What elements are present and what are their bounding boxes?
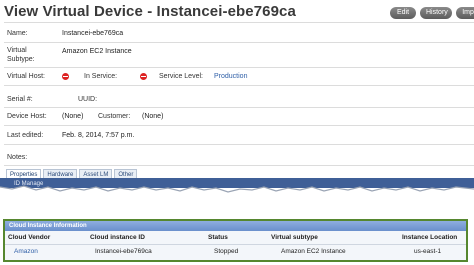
device-host-value: (None) xyxy=(62,113,84,120)
history-button[interactable]: History xyxy=(420,7,452,19)
divider xyxy=(4,22,474,23)
divider xyxy=(4,144,474,145)
divider xyxy=(4,107,474,108)
divider xyxy=(4,67,474,68)
column-header: Cloud Vendor xyxy=(8,234,51,241)
cloud-instance-panel: Cloud Instance Information Cloud Vendor … xyxy=(3,219,468,262)
action-buttons: Edit History Impo xyxy=(390,7,474,19)
notes-label: Notes: xyxy=(7,154,28,161)
torn-edge-separator: ID Manage xyxy=(0,178,474,202)
column-header: Cloud instance ID xyxy=(90,234,145,241)
edit-button[interactable]: Edit xyxy=(390,7,416,19)
table-cell-status: Stopped xyxy=(214,248,239,255)
row-divider xyxy=(5,244,466,245)
divider xyxy=(4,85,474,86)
import-button[interactable]: Impo xyxy=(456,7,474,19)
device-host-label: Device Host: xyxy=(7,113,47,120)
customer-value: (None) xyxy=(142,113,164,120)
customer-label: Customer: xyxy=(98,113,131,120)
column-header: Status xyxy=(208,234,228,241)
virtual-host-label: Virtual Host: xyxy=(7,73,45,80)
table-cell-instance-id: Instancei-ebe769ca xyxy=(95,248,152,255)
in-service-label: In Service: xyxy=(84,73,118,80)
virtual-subtype-label-line1: Virtual xyxy=(7,47,27,54)
in-service-status-icon xyxy=(140,73,147,80)
virtual-host-status-icon xyxy=(62,73,69,80)
panel-title: Cloud Instance Information xyxy=(5,221,466,231)
table-cell-subtype: Amazon EC2 Instance xyxy=(281,248,346,255)
torn-header-text: ID Manage xyxy=(14,181,44,187)
table-cell-vendor[interactable]: Amazon xyxy=(14,248,38,255)
table-cell-location: us-east-1 xyxy=(414,248,442,255)
divider xyxy=(4,165,474,166)
page-title: View Virtual Device - Instancei-ebe769ca xyxy=(4,3,296,20)
column-header: Virtual subtype xyxy=(271,234,318,241)
divider xyxy=(4,42,474,43)
last-edited-value: Feb. 8, 2014, 7:57 p.m. xyxy=(62,132,135,139)
name-value: Instancei-ebe769ca xyxy=(62,30,124,37)
divider xyxy=(4,125,474,126)
column-header: Instance Location xyxy=(402,234,458,241)
name-label: Name: xyxy=(7,30,28,37)
serial-label: Serial #: xyxy=(7,96,33,103)
uuid-label: UUID: xyxy=(78,96,98,103)
last-edited-label: Last edited: xyxy=(7,132,44,139)
service-level-label: Service Level: xyxy=(159,73,203,80)
service-level-value[interactable]: Production xyxy=(214,72,247,81)
virtual-subtype-value: Amazon EC2 Instance xyxy=(62,48,132,55)
virtual-subtype-label-line2: Subtype: xyxy=(7,56,35,63)
